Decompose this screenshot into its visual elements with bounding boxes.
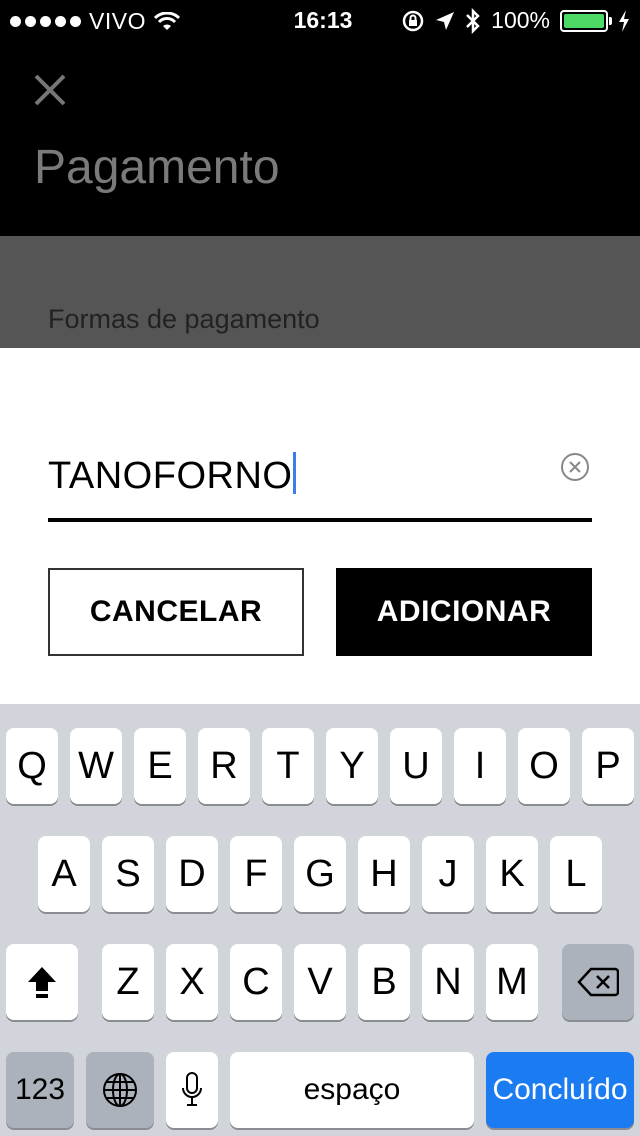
key-f[interactable]: F	[230, 836, 282, 912]
microphone-icon	[182, 1072, 202, 1106]
dictation-key[interactable]	[166, 1052, 218, 1128]
shift-icon	[28, 967, 56, 998]
key-u[interactable]: U	[390, 728, 442, 804]
promo-code-text: TANOFORNO	[48, 455, 293, 497]
numbers-key[interactable]: 123	[6, 1052, 74, 1128]
page-header: Pagamento	[0, 40, 640, 236]
shift-key[interactable]	[6, 944, 78, 1020]
key-y[interactable]: Y	[326, 728, 378, 804]
section-label: Formas de pagamento	[48, 304, 320, 334]
key-d[interactable]: D	[166, 836, 218, 912]
key-g[interactable]: G	[294, 836, 346, 912]
key-h[interactable]: H	[358, 836, 410, 912]
key-m[interactable]: M	[486, 944, 538, 1020]
key-s[interactable]: S	[102, 836, 154, 912]
globe-icon	[103, 1073, 137, 1107]
charging-bolt-icon	[619, 9, 629, 32]
space-key[interactable]: espaço	[230, 1052, 474, 1128]
payment-methods-section: Formas de pagamento	[0, 236, 640, 348]
key-l[interactable]: L	[550, 836, 602, 912]
key-o[interactable]: O	[518, 728, 570, 804]
key-k[interactable]: K	[486, 836, 538, 912]
cancel-button[interactable]: CANCELAR	[48, 568, 304, 656]
key-x[interactable]: X	[166, 944, 218, 1020]
clear-icon[interactable]	[560, 452, 590, 482]
battery-icon	[560, 9, 612, 32]
location-arrow-icon	[436, 11, 455, 30]
key-j[interactable]: J	[422, 836, 474, 912]
promo-code-sheet: TANOFORNO CANCELAR ADICIONAR	[0, 348, 640, 704]
key-v[interactable]: V	[294, 944, 346, 1020]
key-a[interactable]: A	[38, 836, 90, 912]
done-key[interactable]: Concluído	[486, 1052, 634, 1128]
promo-code-input[interactable]: TANOFORNO	[48, 444, 592, 522]
promo-code-value[interactable]: TANOFORNO	[48, 452, 297, 498]
key-q[interactable]: Q	[6, 728, 58, 804]
battery-percent: 100%	[491, 7, 550, 33]
key-r[interactable]: R	[198, 728, 250, 804]
key-w[interactable]: W	[70, 728, 122, 804]
key-n[interactable]: N	[422, 944, 474, 1020]
keyboard: Q W E R T Y U I O P A S D F G H J K L Z …	[0, 704, 640, 1136]
delete-key[interactable]	[562, 944, 634, 1020]
add-button[interactable]: ADICIONAR	[336, 568, 592, 656]
key-i[interactable]: I	[454, 728, 506, 804]
status-bar: VIVO 16:13 100%	[0, 0, 640, 40]
globe-key[interactable]	[86, 1052, 154, 1128]
key-c[interactable]: C	[230, 944, 282, 1020]
text-caret	[293, 452, 297, 494]
bluetooth-icon	[466, 7, 480, 34]
key-t[interactable]: T	[262, 728, 314, 804]
page-title: Pagamento	[34, 141, 280, 194]
key-e[interactable]: E	[134, 728, 186, 804]
key-b[interactable]: B	[358, 944, 410, 1020]
status-right: 100%	[401, 7, 630, 34]
close-icon[interactable]	[30, 70, 70, 110]
key-z[interactable]: Z	[102, 944, 154, 1020]
key-p[interactable]: P	[582, 728, 634, 804]
orientation-lock-icon	[402, 10, 424, 31]
backspace-icon	[577, 967, 619, 997]
